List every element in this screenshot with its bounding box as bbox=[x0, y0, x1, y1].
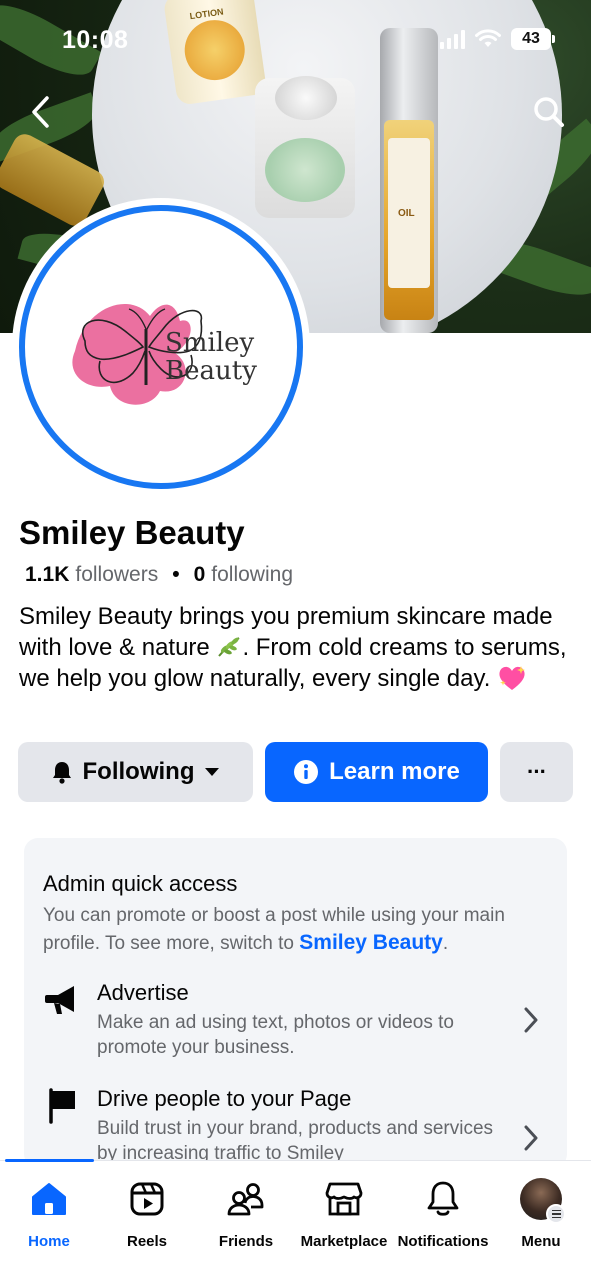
page-bio: Smiley Beauty brings you premium skincar… bbox=[19, 603, 567, 692]
hamburger-icon bbox=[546, 1204, 566, 1224]
megaphone-icon bbox=[42, 980, 82, 1020]
search-button[interactable] bbox=[529, 92, 569, 132]
advertise-title: Advertise bbox=[97, 980, 189, 1005]
nav-notifications[interactable]: Notifications bbox=[394, 1177, 492, 1250]
bell-outline-icon bbox=[421, 1177, 465, 1221]
search-icon bbox=[534, 97, 564, 127]
following-link[interactable]: 0 following bbox=[194, 563, 293, 587]
bell-icon bbox=[52, 762, 71, 784]
chevron-right-icon bbox=[519, 1122, 543, 1154]
signal-icon bbox=[440, 29, 465, 49]
user-avatar bbox=[520, 1178, 566, 1224]
logo-wordmark: Smiley Beauty bbox=[165, 328, 257, 386]
more-icon: ··· bbox=[527, 759, 547, 784]
friends-icon bbox=[224, 1177, 268, 1221]
herb-emoji-icon bbox=[218, 637, 240, 657]
active-tab-indicator bbox=[5, 1159, 94, 1162]
flag-icon bbox=[42, 1086, 82, 1126]
page-title: Smiley Beauty bbox=[19, 514, 245, 551]
nav-menu[interactable]: Menu bbox=[492, 1177, 590, 1250]
learn-more-button[interactable]: Learn more bbox=[265, 742, 488, 802]
switch-profile-link[interactable]: Smiley Beauty bbox=[299, 931, 443, 954]
chevron-right-icon bbox=[519, 1004, 543, 1036]
status-time: 10:08 bbox=[62, 26, 129, 54]
wifi-icon bbox=[475, 29, 501, 47]
admin-quick-access-card: Admin quick access You can promote or bo… bbox=[24, 838, 567, 1168]
status-icons: 43 bbox=[440, 28, 555, 50]
more-options-button[interactable]: ··· bbox=[500, 742, 573, 802]
lotion-bottle-image: LOTION bbox=[162, 0, 268, 106]
info-icon bbox=[294, 760, 319, 784]
caret-down-icon bbox=[205, 768, 220, 776]
chevron-left-icon bbox=[32, 96, 49, 128]
followers-link[interactable]: 1.1K followers bbox=[25, 563, 158, 587]
nav-marketplace[interactable]: Marketplace bbox=[295, 1177, 393, 1250]
sparkling-heart-emoji-icon bbox=[499, 666, 526, 690]
nav-home[interactable]: Home bbox=[0, 1177, 98, 1250]
card-title: Admin quick access bbox=[43, 871, 238, 896]
drive-traffic-description: Build trust in your brand, products and … bbox=[97, 1118, 494, 1162]
reels-icon bbox=[125, 1177, 169, 1221]
marketplace-icon bbox=[322, 1177, 366, 1221]
card-description: You can promote or boost a post while us… bbox=[43, 905, 505, 954]
battery-icon: 43 bbox=[511, 28, 555, 50]
back-button[interactable] bbox=[20, 92, 60, 132]
advertise-description: Make an ad using text, photos or videos … bbox=[97, 1012, 454, 1058]
page-stats: 1.1K followers • 0 following bbox=[25, 563, 293, 587]
cream-jar-image bbox=[255, 76, 355, 218]
nav-reels[interactable]: Reels bbox=[98, 1177, 196, 1250]
serum-bottle-image: OIL bbox=[380, 28, 438, 333]
drive-traffic-title: Drive people to your Page bbox=[97, 1086, 352, 1111]
profile-picture[interactable]: Smiley Beauty bbox=[12, 198, 310, 496]
following-button[interactable]: Following bbox=[18, 742, 253, 802]
bottom-navigation: Home Reels Friends Marketplace Notificat… bbox=[0, 1159, 591, 1280]
home-icon bbox=[27, 1177, 71, 1221]
nav-friends[interactable]: Friends bbox=[197, 1177, 295, 1250]
